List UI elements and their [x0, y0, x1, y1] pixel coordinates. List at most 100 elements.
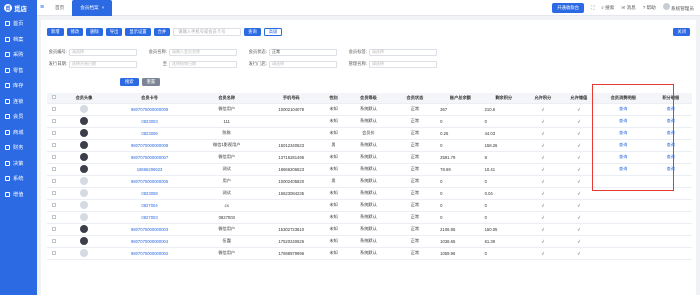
messages-link[interactable]: ✉ 消息	[621, 5, 635, 11]
row-checkbox[interactable]	[52, 130, 57, 135]
avatar	[80, 237, 88, 245]
search-button[interactable]: 搜索	[120, 78, 139, 86]
close-icon[interactable]: ×	[102, 5, 105, 10]
cell-card[interactable]: 9807070000000005	[131, 179, 168, 184]
help-label: 帮助	[646, 4, 656, 10]
row-checkbox[interactable]	[52, 106, 57, 111]
sidebar-item[interactable]: 档案	[0, 32, 37, 48]
add-button[interactable]: 新增	[47, 28, 64, 36]
display-settings-button[interactable]: 显示设置	[125, 28, 151, 36]
cell-level: 系统默认	[360, 166, 377, 171]
sidebar: 觅 觅店 首页 档案 采购 零售 库存 连锁 会员 商城 财务 决策 系统 增值	[0, 0, 37, 295]
row-checkbox[interactable]	[52, 166, 57, 171]
user-menu[interactable]: 系统管理员	[662, 3, 694, 12]
cell-card[interactable]: 9807070000000008	[131, 143, 168, 148]
sidebar-item[interactable]: 采购	[0, 47, 37, 63]
cell-allow-pts: √	[541, 118, 544, 124]
sidebar-item[interactable]: 商城	[0, 125, 37, 141]
member-name-input[interactable]: 请输入会员名称	[169, 48, 237, 56]
sidebar-item-label: 零售	[13, 67, 24, 74]
row-checkbox[interactable]	[52, 118, 57, 123]
menu-toggle-icon[interactable]: ≡	[37, 0, 47, 16]
cell-level: 系统默认	[360, 142, 377, 147]
table-cell: 0.26	[438, 127, 483, 140]
cell-card[interactable]: 0827004	[141, 203, 157, 208]
search-input[interactable]: 请输入手机号或会员卡号	[173, 28, 242, 36]
row-checkbox[interactable]	[52, 202, 57, 207]
manager-select[interactable]: 请选择	[369, 60, 437, 68]
export-button[interactable]: 导出	[105, 28, 123, 36]
row-checkbox[interactable]	[52, 190, 57, 195]
table-cell: 15302723810	[260, 223, 322, 236]
cell-card[interactable]: 9807070000000009	[131, 107, 168, 112]
store-select[interactable]: 请选择	[269, 60, 337, 68]
member-tag-select[interactable]: 请选择	[369, 48, 437, 56]
member-status-select[interactable]: 正常	[269, 48, 337, 56]
cell-balance: 0	[440, 190, 443, 196]
table-cell: 男	[321, 175, 346, 188]
row-checkbox[interactable]	[52, 178, 57, 183]
cell-card[interactable]: 18666206623	[137, 167, 163, 172]
money-icon	[5, 145, 10, 151]
cell-status: 正常	[410, 190, 420, 195]
cell-card[interactable]: 0823003	[141, 119, 157, 124]
advanced-button[interactable]: 高级	[263, 28, 283, 36]
end-date-input[interactable]: 选择结束日期	[169, 60, 237, 68]
open-cashier-button[interactable]: 开通收款台	[552, 2, 585, 13]
edit-button[interactable]: 修改	[66, 28, 84, 36]
query-button[interactable]: 查询	[244, 28, 261, 36]
row-checkbox[interactable]	[52, 226, 57, 231]
chain-icon	[5, 98, 10, 104]
row-checkbox-cell	[47, 151, 62, 164]
row-checkbox[interactable]	[52, 142, 57, 147]
sidebar-item[interactable]: 决策	[0, 156, 37, 172]
tab-home[interactable]: 首页	[47, 0, 72, 16]
cell-card[interactable]: 9807070000000007	[131, 155, 168, 160]
help-link[interactable]: ? 帮助	[643, 5, 656, 11]
cell-allow-pts: √	[541, 154, 544, 160]
sidebar-item[interactable]: 会员	[0, 109, 37, 125]
sidebar-item[interactable]: 系统	[0, 171, 37, 187]
close-panel-button[interactable]: 关闭	[673, 28, 690, 36]
cell-card[interactable]: 0823006	[141, 131, 157, 136]
cell-phone: 15302723810	[278, 226, 305, 232]
cell-balance: 367	[440, 106, 448, 112]
fullscreen-icon[interactable]: ⛶	[591, 5, 594, 10]
cell-card[interactable]: 0823008	[141, 191, 157, 196]
row-checkbox[interactable]	[52, 238, 57, 243]
sidebar-item[interactable]: 零售	[0, 63, 37, 79]
table-cell: 0823008	[106, 187, 193, 200]
sidebar-item[interactable]: 连锁	[0, 94, 37, 110]
cell-level: 系统默认	[360, 118, 377, 123]
table-row[interactable]: 9807070000000002 微信用户 17698979996 未知 系统默认 正常 1…	[47, 247, 692, 260]
reset-button[interactable]: 重置	[141, 78, 161, 86]
search-link[interactable]: ⌕ 搜索	[601, 5, 614, 11]
table-row[interactable]: 9807070000000004 伍霞 17520240626 未知 系统默认 正常 103…	[47, 235, 692, 248]
row-checkbox[interactable]	[52, 250, 57, 255]
cell-card[interactable]: 0827003	[141, 215, 157, 220]
delete-button[interactable]: 删除	[86, 28, 103, 36]
cell-card[interactable]: 9807070000000002	[131, 251, 168, 256]
table-cell: 系统默认	[345, 163, 392, 176]
cell-level: 系统默认	[360, 154, 377, 159]
select-all-checkbox[interactable]	[52, 95, 57, 100]
cell-card[interactable]: 9807070000000004	[131, 239, 168, 244]
row-checkbox[interactable]	[52, 154, 57, 159]
member-no-select[interactable]: 请选择	[69, 48, 137, 56]
sidebar-item[interactable]: 财务	[0, 140, 37, 156]
row-checkbox[interactable]	[52, 214, 57, 219]
tab-member-archive[interactable]: 会员档案 ×	[72, 0, 113, 16]
merge-button[interactable]: 合并	[153, 28, 171, 36]
sidebar-item[interactable]: 增值	[0, 187, 37, 203]
table-cell: 未知	[321, 199, 346, 212]
table-cell: 系统默认	[345, 175, 392, 188]
table-row[interactable]: 0827003 0827003 未知 系统默认 正常 0 0 √ √	[47, 211, 692, 224]
table-row[interactable]: 0827004 cx 未知 系统默认 正常 0 0 √ √	[47, 199, 692, 212]
table-row[interactable]: 9807070000000003 微信用户 15302723810 未知 系统默认 正常 2…	[47, 223, 692, 236]
sidebar-item[interactable]: 首页	[0, 16, 37, 32]
cell-card[interactable]: 9807070000000003	[131, 227, 168, 232]
table-cell: 正常	[391, 187, 439, 200]
start-date-input[interactable]: 选择开始日期	[69, 60, 137, 68]
avatar-cell	[61, 187, 107, 200]
sidebar-item[interactable]: 库存	[0, 78, 37, 94]
